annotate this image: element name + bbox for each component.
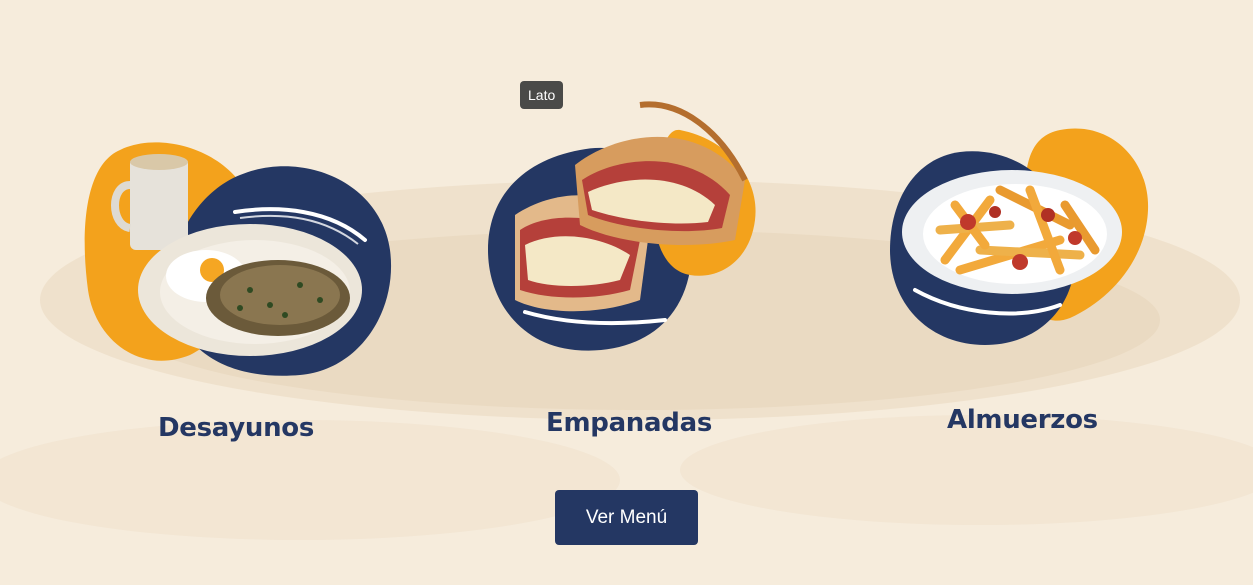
fries-plate-icon [890,128,1149,345]
category-title: Almuerzos [947,405,1098,435]
category-title: Desayunos [158,413,315,443]
category-card-empanadas[interactable]: Empanadas [420,0,840,460]
breakfast-plate-icon [84,142,392,376]
view-menu-button[interactable]: Ver Menú [555,490,698,545]
empanadas-icon [488,101,756,351]
tooltip: Lato [520,81,564,109]
category-card-desayunos[interactable]: Desayunos [0,0,420,460]
category-title: Empanadas [546,408,712,438]
category-card-almuerzos[interactable]: Almuerzos [840,0,1253,460]
